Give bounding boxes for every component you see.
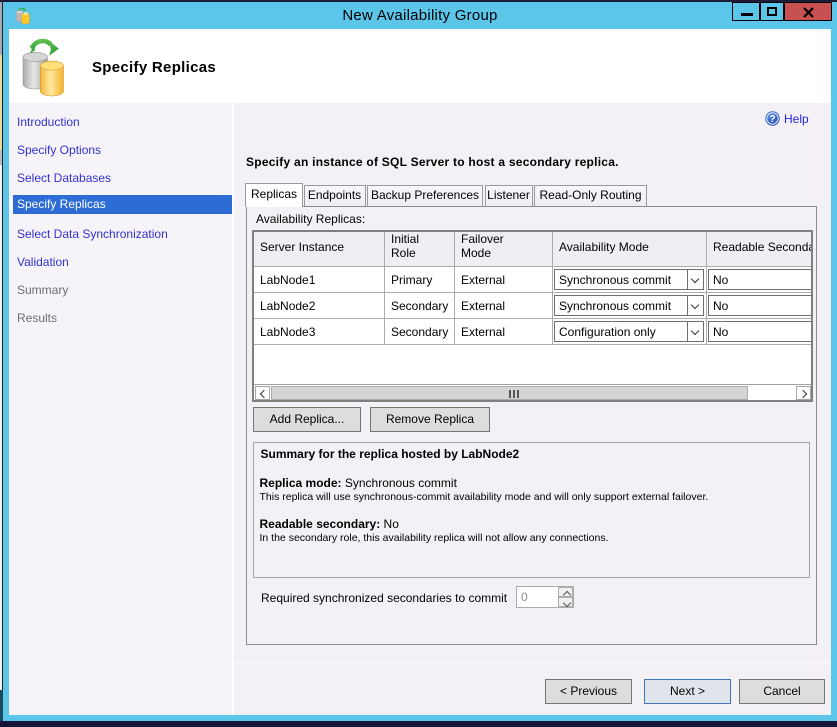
svg-text:?: ? <box>769 114 775 125</box>
